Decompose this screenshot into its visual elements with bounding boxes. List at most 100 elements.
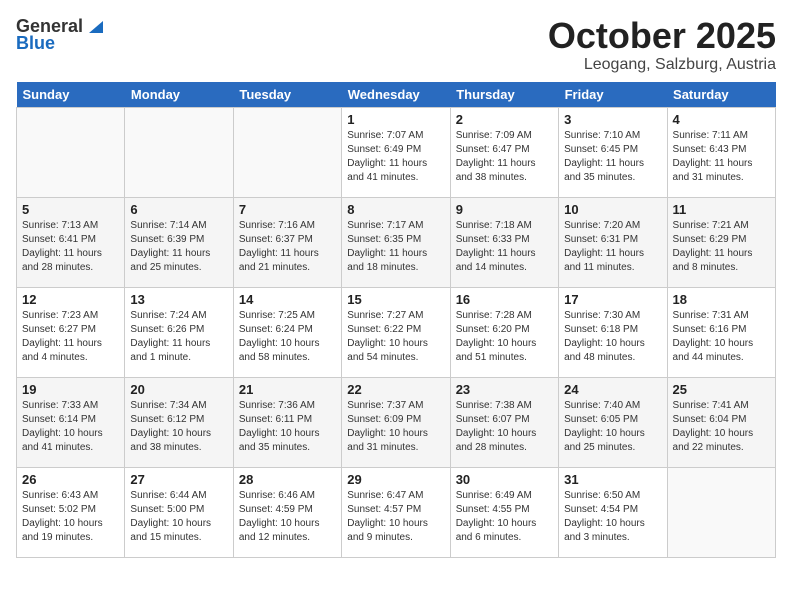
day-number: 30 (456, 472, 553, 487)
cell-details: Sunrise: 7:14 AMSunset: 6:39 PMDaylight:… (130, 219, 227, 275)
cell-details: Sunrise: 7:34 AMSunset: 6:12 PMDaylight:… (130, 399, 227, 455)
day-number: 19 (22, 382, 119, 397)
day-number: 16 (456, 292, 553, 307)
calendar-cell: 29Sunrise: 6:47 AMSunset: 4:57 PMDayligh… (342, 467, 450, 557)
calendar-week-row: 12 Sunrise: 7:23 AMSunset: 6:27 PMDayligh… (17, 287, 776, 377)
day-number: 13 (130, 292, 227, 307)
day-number: 24 (564, 382, 661, 397)
calendar-cell: 18Sunrise: 7:31 AMSunset: 6:16 PMDayligh… (667, 287, 775, 377)
calendar-cell: 23 Sunrise: 7:38 AMSunset: 6:07 PMDayligh… (450, 377, 558, 467)
day-number: 11 (673, 202, 770, 217)
cell-details: Sunrise: 7:24 AMSunset: 6:26 PMDaylight:… (130, 309, 227, 365)
day-number: 5 (22, 202, 119, 217)
calendar-cell: 10 Sunrise: 7:20 AMSunset: 6:31 PMDayligh… (559, 197, 667, 287)
cell-details: Sunrise: 7:31 AMSunset: 6:16 PMDaylight:… (673, 309, 770, 365)
calendar-cell: 25 Sunrise: 7:41 AMSunset: 6:04 PMDayligh… (667, 377, 775, 467)
calendar-cell: 2 Sunrise: 7:09 AMSunset: 6:47 PMDaylight… (450, 107, 558, 197)
calendar-cell: 13 Sunrise: 7:24 AMSunset: 6:26 PMDayligh… (125, 287, 233, 377)
cell-details: Sunrise: 7:07 AMSunset: 6:49 PMDaylight:… (347, 129, 444, 185)
calendar-cell: 28 Sunrise: 6:46 AMSunset: 4:59 PMDayligh… (233, 467, 341, 557)
calendar-week-row: 5 Sunrise: 7:13 AMSunset: 6:41 PMDaylight… (17, 197, 776, 287)
calendar-cell: 19 Sunrise: 7:33 AMSunset: 6:14 PMDayligh… (17, 377, 125, 467)
calendar-cell: 21Sunrise: 7:36 AMSunset: 6:11 PMDayligh… (233, 377, 341, 467)
cell-details: Sunrise: 7:13 AMSunset: 6:41 PMDaylight:… (22, 219, 119, 275)
calendar-cell: 20Sunrise: 7:34 AMSunset: 6:12 PMDayligh… (125, 377, 233, 467)
cell-details: Sunrise: 7:40 AMSunset: 6:05 PMDaylight:… (564, 399, 661, 455)
title-block: October 2025 Leogang, Salzburg, Austria (548, 16, 776, 74)
calendar-cell: 6 Sunrise: 7:14 AMSunset: 6:39 PMDaylight… (125, 197, 233, 287)
day-number: 6 (130, 202, 227, 217)
day-number: 4 (673, 112, 770, 127)
calendar-cell (17, 107, 125, 197)
cell-details: Sunrise: 7:27 AMSunset: 6:22 PMDaylight:… (347, 309, 444, 365)
day-header-friday: Friday (559, 82, 667, 108)
day-number: 17 (564, 292, 661, 307)
calendar-cell: 15 Sunrise: 7:27 AMSunset: 6:22 PMDayligh… (342, 287, 450, 377)
calendar-cell: 22 Sunrise: 7:37 AMSunset: 6:09 PMDayligh… (342, 377, 450, 467)
calendar-cell: 17 Sunrise: 7:30 AMSunset: 6:18 PMDayligh… (559, 287, 667, 377)
cell-details: Sunrise: 7:30 AMSunset: 6:18 PMDaylight:… (564, 309, 661, 365)
cell-details: Sunrise: 7:33 AMSunset: 6:14 PMDaylight:… (22, 399, 119, 455)
day-number: 12 (22, 292, 119, 307)
calendar-cell: 4 Sunrise: 7:11 AMSunset: 6:43 PMDaylight… (667, 107, 775, 197)
calendar-cell: 12 Sunrise: 7:23 AMSunset: 6:27 PMDayligh… (17, 287, 125, 377)
calendar-cell (233, 107, 341, 197)
calendar-cell: 9Sunrise: 7:18 AMSunset: 6:33 PMDaylight… (450, 197, 558, 287)
calendar-cell: 7 Sunrise: 7:16 AMSunset: 6:37 PMDaylight… (233, 197, 341, 287)
calendar-cell (667, 467, 775, 557)
page-header: General Blue October 2025 Leogang, Salzb… (16, 16, 776, 74)
day-number: 23 (456, 382, 553, 397)
cell-details: Sunrise: 7:20 AMSunset: 6:31 PMDaylight:… (564, 219, 661, 275)
calendar-week-row: 1 Sunrise: 7:07 AMSunset: 6:49 PMDaylight… (17, 107, 776, 197)
cell-details: Sunrise: 7:37 AMSunset: 6:09 PMDaylight:… (347, 399, 444, 455)
cell-details: Sunrise: 7:10 AMSunset: 6:45 PMDaylight:… (564, 129, 661, 185)
day-number: 29 (347, 472, 444, 487)
calendar-cell: 11Sunrise: 7:21 AMSunset: 6:29 PMDayligh… (667, 197, 775, 287)
day-number: 3 (564, 112, 661, 127)
cell-details: Sunrise: 6:50 AMSunset: 4:54 PMDaylight:… (564, 489, 661, 545)
cell-details: Sunrise: 7:16 AMSunset: 6:37 PMDaylight:… (239, 219, 336, 275)
cell-details: Sunrise: 6:46 AMSunset: 4:59 PMDaylight:… (239, 489, 336, 545)
cell-details: Sunrise: 7:09 AMSunset: 6:47 PMDaylight:… (456, 129, 553, 185)
calendar-table: SundayMondayTuesdayWednesdayThursdayFrid… (16, 82, 776, 558)
calendar-header-row: SundayMondayTuesdayWednesdayThursdayFrid… (17, 82, 776, 108)
day-number: 25 (673, 382, 770, 397)
cell-details: Sunrise: 6:44 AMSunset: 5:00 PMDaylight:… (130, 489, 227, 545)
day-header-tuesday: Tuesday (233, 82, 341, 108)
day-header-monday: Monday (125, 82, 233, 108)
calendar-cell: 30 Sunrise: 6:49 AMSunset: 4:55 PMDayligh… (450, 467, 558, 557)
day-number: 9 (456, 202, 553, 217)
day-number: 27 (130, 472, 227, 487)
day-number: 14 (239, 292, 336, 307)
calendar-cell: 26 Sunrise: 6:43 AMSunset: 5:02 PMDayligh… (17, 467, 125, 557)
day-number: 26 (22, 472, 119, 487)
cell-details: Sunrise: 6:49 AMSunset: 4:55 PMDaylight:… (456, 489, 553, 545)
calendar-cell: 31 Sunrise: 6:50 AMSunset: 4:54 PMDayligh… (559, 467, 667, 557)
day-header-sunday: Sunday (17, 82, 125, 108)
day-header-wednesday: Wednesday (342, 82, 450, 108)
day-number: 28 (239, 472, 336, 487)
day-header-saturday: Saturday (667, 82, 775, 108)
calendar-cell: 5 Sunrise: 7:13 AMSunset: 6:41 PMDaylight… (17, 197, 125, 287)
cell-details: Sunrise: 7:25 AMSunset: 6:24 PMDaylight:… (239, 309, 336, 365)
cell-details: Sunrise: 7:41 AMSunset: 6:04 PMDaylight:… (673, 399, 770, 455)
cell-details: Sunrise: 7:38 AMSunset: 6:07 PMDaylight:… (456, 399, 553, 455)
cell-details: Sunrise: 7:11 AMSunset: 6:43 PMDaylight:… (673, 129, 770, 185)
cell-details: Sunrise: 6:43 AMSunset: 5:02 PMDaylight:… (22, 489, 119, 545)
day-number: 10 (564, 202, 661, 217)
day-number: 31 (564, 472, 661, 487)
day-number: 7 (239, 202, 336, 217)
cell-details: Sunrise: 7:23 AMSunset: 6:27 PMDaylight:… (22, 309, 119, 365)
day-number: 15 (347, 292, 444, 307)
calendar-cell: 8Sunrise: 7:17 AMSunset: 6:35 PMDaylight… (342, 197, 450, 287)
calendar-cell (125, 107, 233, 197)
calendar-cell: 14 Sunrise: 7:25 AMSunset: 6:24 PMDayligh… (233, 287, 341, 377)
calendar-cell: 24 Sunrise: 7:40 AMSunset: 6:05 PMDayligh… (559, 377, 667, 467)
day-number: 1 (347, 112, 444, 127)
cell-details: Sunrise: 7:36 AMSunset: 6:11 PMDaylight:… (239, 399, 336, 455)
calendar-week-row: 26 Sunrise: 6:43 AMSunset: 5:02 PMDayligh… (17, 467, 776, 557)
calendar-cell: 3 Sunrise: 7:10 AMSunset: 6:45 PMDaylight… (559, 107, 667, 197)
day-number: 2 (456, 112, 553, 127)
day-number: 8 (347, 202, 444, 217)
day-number: 22 (347, 382, 444, 397)
